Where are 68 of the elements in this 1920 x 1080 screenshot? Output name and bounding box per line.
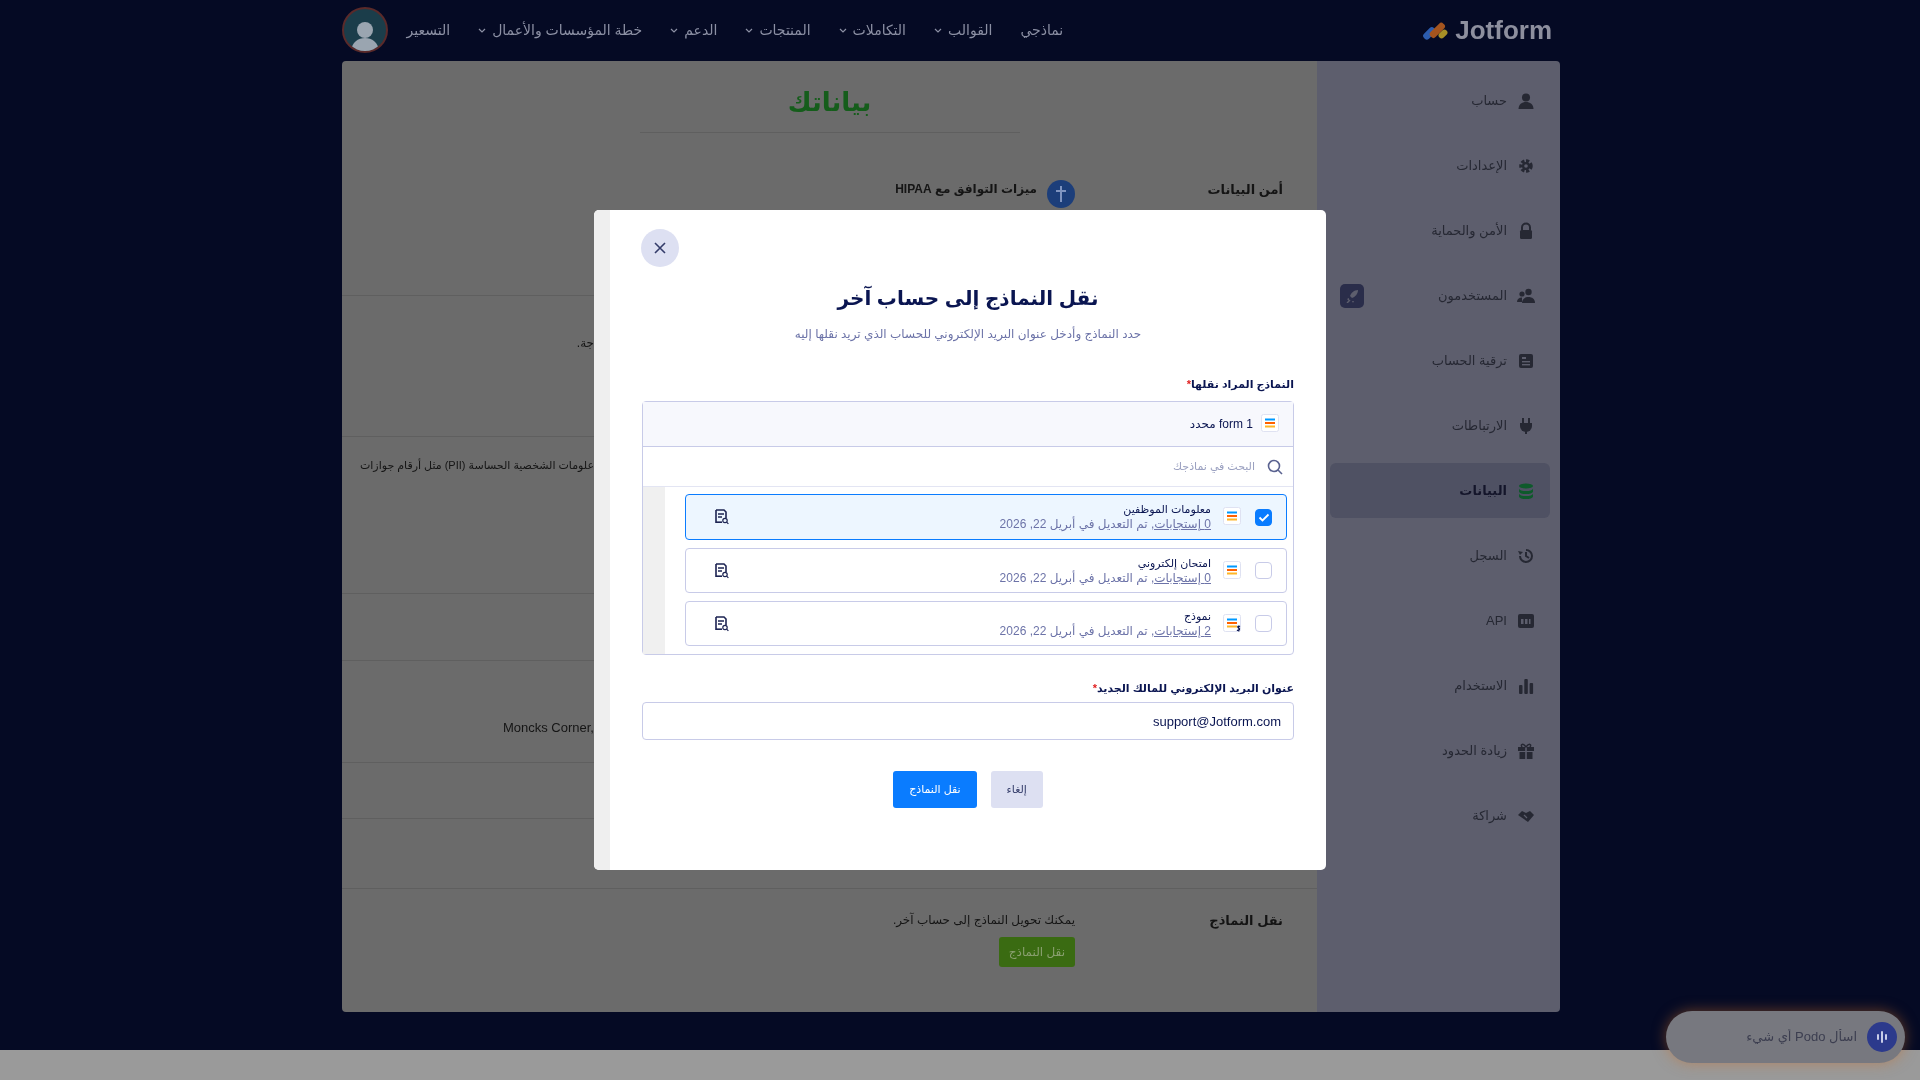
medical-badge-icon (1047, 180, 1075, 208)
section-heading: نقل النماذج (1208, 912, 1284, 931)
sound-bars-icon (1877, 1031, 1887, 1043)
dialog-title: نقل النماذج إلى حساب آخر (835, 285, 1100, 311)
checkbox[interactable] (1255, 615, 1272, 632)
close-icon (654, 242, 666, 254)
gift-icon (1517, 741, 1535, 760)
description-text: يمكنك تحويل النماذج إلى حساب آخر. (891, 911, 1075, 929)
history-icon (1517, 546, 1535, 565)
nav-menu-item[interactable]: التسعير (406, 19, 451, 41)
preview-icon (714, 615, 729, 632)
selected-count: 1 form محدد (1189, 416, 1253, 433)
responses-link[interactable]: 0 إستجابات, (1150, 570, 1211, 585)
users-icon (1517, 286, 1535, 305)
dialog-subtitle: حدد النماذج وأدخل عنوان البريد الإلكتروني للحساب الذي تريد نقلها إليه (793, 325, 1143, 343)
database-icon (1517, 481, 1535, 500)
gear-icon (1517, 156, 1535, 175)
avatar-button[interactable] (342, 7, 388, 53)
payment-form-icon (1223, 613, 1243, 634)
lock-icon (1517, 221, 1535, 240)
form-details: 2 إستجابات, تم التعديل في أبريل 22, 2026 (999, 623, 1211, 639)
user-icon (1517, 91, 1535, 110)
close-button[interactable] (641, 229, 679, 267)
document-icon (1517, 351, 1535, 370)
email-field[interactable]: support@Jotform.com (642, 702, 1294, 740)
rocket-icon (1345, 288, 1359, 303)
form-details: 0 إستجابات, تم التعديل في أبريل 22, 2026 (999, 517, 1211, 532)
description-text: جة. (575, 335, 594, 352)
search-field[interactable]: البحث في نماذجك (643, 457, 1257, 476)
checkbox[interactable] (1255, 508, 1272, 526)
nav-menu-item[interactable]: الدعم (670, 19, 718, 41)
form-list-item[interactable]: معلومات الموظفين 0 إستجابات, تم التعديل في أبريل 22, 2026 (685, 494, 1287, 540)
checkbox[interactable] (1255, 562, 1272, 579)
form-title: معلومات الموظفين (1122, 502, 1211, 517)
form-icon (1223, 560, 1243, 581)
form-list-item[interactable]: نموذج 2 إستجابات, تم التعديل في أبريل 22, 2026 (685, 601, 1287, 646)
nav-menu-item[interactable]: التكاملات (838, 19, 906, 41)
api-icon (1517, 611, 1535, 630)
field-label: النماذج المراد نقلها* (1185, 377, 1294, 391)
nav-menu-item[interactable]: المنتجات (745, 19, 811, 41)
form-title: امتحان إلكتروني (1136, 555, 1211, 571)
nav-menu-item[interactable]: خطة المؤسسات والأعمال (478, 19, 643, 41)
form-title: نموذج (1182, 608, 1211, 624)
bar-chart-icon (1517, 676, 1535, 695)
nav-menu-item[interactable]: القوالب (934, 19, 993, 41)
plug-icon (1517, 416, 1535, 435)
cancel-button[interactable]: إلغاء (990, 771, 1043, 808)
form-list-item[interactable]: امتحان إلكتروني 0 إستجابات, تم التعديل في أبريل 22, 2026 (685, 548, 1287, 593)
feature-title: ميزات التوافق مع HIPAA (895, 181, 1037, 198)
form-details: 0 إستجابات, تم التعديل في أبريل 22, 2026 (999, 570, 1211, 586)
form-icon (1223, 507, 1243, 527)
preview-icon (714, 509, 729, 525)
description-text: علومات الشخصية الحساسة (PII) مثل أرقام جوازات (358, 457, 594, 474)
transfer-button[interactable]: نقل النماذج (893, 771, 977, 808)
responses-link[interactable]: 0 إستجابات, (1150, 517, 1211, 531)
nav-menu-item[interactable]: نماذجي (1020, 19, 1064, 41)
field-label: عنوان البريد الإلكتروني للمالك الجديد* (1091, 681, 1294, 695)
section-heading: أمن البيانات (1206, 180, 1284, 199)
page-title: بياناتك (787, 87, 872, 119)
checkmark-icon (1257, 512, 1270, 522)
voice-button[interactable] (1867, 1022, 1897, 1052)
logo-text[interactable]: Jotform (1455, 10, 1552, 50)
scrollbar-track[interactable] (643, 487, 665, 654)
description-text: Moncks Corner, (501, 719, 594, 737)
form-icon (1261, 414, 1281, 434)
preview-icon (714, 562, 729, 579)
search-icon (1267, 458, 1283, 475)
responses-link[interactable]: 2 إستجابات, (1150, 623, 1211, 638)
